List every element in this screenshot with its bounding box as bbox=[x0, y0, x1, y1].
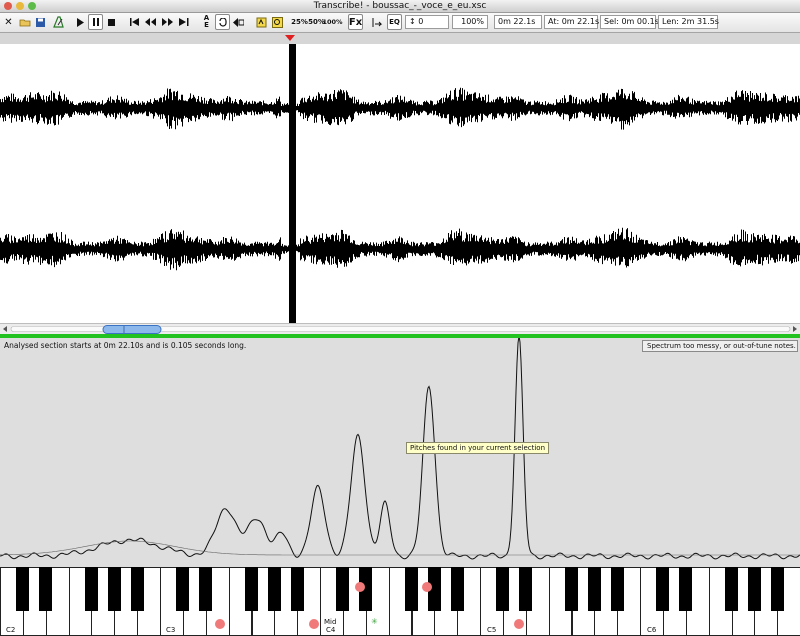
speed-25-button[interactable]: 25% bbox=[291, 14, 308, 30]
window-controls bbox=[4, 2, 36, 10]
black-key[interactable] bbox=[336, 567, 350, 611]
octave-label-c4: C4 bbox=[326, 626, 336, 634]
spectrum-graph bbox=[0, 338, 800, 560]
analysis-panel: Analysed section starts at 0m 22.10s and… bbox=[0, 338, 800, 636]
black-key[interactable] bbox=[405, 567, 418, 611]
pause-icon[interactable] bbox=[88, 14, 103, 30]
black-key[interactable] bbox=[39, 567, 53, 611]
octave-label-c2: C2 bbox=[6, 626, 16, 634]
to-end-icon[interactable] bbox=[176, 14, 191, 30]
pitches-tooltip: Pitches found in your current selection bbox=[406, 442, 550, 454]
black-key[interactable] bbox=[267, 567, 281, 611]
horizontal-scrollbar[interactable] bbox=[0, 323, 800, 334]
black-key[interactable] bbox=[496, 567, 510, 611]
black-key[interactable] bbox=[130, 567, 144, 611]
black-key[interactable] bbox=[610, 567, 624, 611]
window-title: Transcribe! - boussac_-_voce_e_eu.xsc bbox=[313, 1, 487, 11]
fast-forward-icon[interactable] bbox=[160, 14, 175, 30]
toolbar: ✕ AE 25% 50% 100% Fx EQ ↕ 0 100% 0m 22.1… bbox=[0, 13, 800, 33]
green-marker-icon: ✳ bbox=[371, 617, 378, 626]
open-icon[interactable] bbox=[17, 14, 32, 30]
octave-label-c5: C5 bbox=[487, 626, 497, 634]
waveform-channel-right bbox=[0, 227, 800, 271]
metronome-icon[interactable] bbox=[50, 14, 65, 30]
pitch-dot bbox=[514, 619, 524, 629]
pitch-dot bbox=[355, 582, 365, 592]
zoom-window-button[interactable] bbox=[28, 2, 36, 10]
octave-label-c6: C6 bbox=[647, 626, 657, 634]
black-key[interactable] bbox=[290, 567, 304, 611]
black-key[interactable] bbox=[587, 567, 601, 611]
sel-readout: Sel: 0m 00.1s bbox=[600, 15, 659, 29]
fx-button[interactable]: Fx bbox=[348, 14, 363, 30]
mid-label: Mid bbox=[324, 618, 337, 626]
scroll-right-icon[interactable] bbox=[793, 326, 797, 332]
black-key[interactable] bbox=[725, 567, 738, 611]
piano-keyboard[interactable]: C2 C3 Mid C4 C5 C6 ✳ bbox=[0, 567, 800, 636]
time-now-readout: 0m 22.1s bbox=[494, 15, 542, 29]
stop-icon[interactable] bbox=[104, 14, 119, 30]
save-icon[interactable] bbox=[33, 14, 48, 30]
black-key[interactable] bbox=[450, 567, 464, 611]
black-key[interactable] bbox=[770, 567, 784, 611]
waveform-panel[interactable] bbox=[0, 44, 800, 323]
black-key[interactable] bbox=[747, 567, 761, 611]
close-icon[interactable]: ✕ bbox=[1, 14, 16, 30]
minimize-window-button[interactable] bbox=[16, 2, 24, 10]
to-start-icon[interactable] bbox=[127, 14, 142, 30]
rewind-icon[interactable] bbox=[143, 14, 158, 30]
title-bar: Transcribe! - boussac_-_voce_e_eu.xsc bbox=[0, 0, 800, 13]
back-icon[interactable] bbox=[231, 14, 246, 30]
pitch-dot bbox=[215, 619, 225, 629]
pitch-dot bbox=[422, 582, 432, 592]
speed-100-button[interactable]: 100% bbox=[322, 14, 342, 30]
black-key[interactable] bbox=[565, 567, 578, 611]
marker-icon[interactable] bbox=[254, 14, 269, 30]
at-readout: At: 0m 22.1s bbox=[544, 15, 599, 29]
auto-icon[interactable]: AE bbox=[199, 14, 214, 30]
analysis-status: Spectrum too messy, or out-of-tune notes… bbox=[642, 340, 798, 352]
play-icon[interactable] bbox=[72, 14, 87, 30]
waveform-channel-left bbox=[0, 87, 800, 130]
octave-label-c3: C3 bbox=[166, 626, 176, 634]
black-key[interactable] bbox=[16, 567, 30, 611]
eq-icon[interactable]: EQ bbox=[387, 14, 402, 30]
black-key[interactable] bbox=[199, 567, 213, 611]
pitch-icon[interactable] bbox=[369, 14, 384, 30]
pitch-dot bbox=[309, 619, 319, 629]
zoom-icon[interactable] bbox=[270, 14, 285, 30]
len-readout: Len: 2m 31.5s bbox=[658, 15, 719, 29]
black-key[interactable] bbox=[519, 567, 533, 611]
loop-icon[interactable] bbox=[215, 14, 230, 30]
playhead-marker[interactable] bbox=[285, 35, 295, 41]
close-window-button[interactable] bbox=[4, 2, 12, 10]
playback-cursor[interactable] bbox=[289, 44, 296, 323]
analysis-info: Analysed section starts at 0m 22.10s and… bbox=[4, 341, 247, 350]
black-key[interactable] bbox=[107, 567, 121, 611]
black-key[interactable] bbox=[656, 567, 670, 611]
black-key[interactable] bbox=[84, 567, 98, 611]
transpose-icon: ↕ bbox=[409, 17, 416, 26]
timeline-header bbox=[0, 33, 800, 44]
black-key[interactable] bbox=[679, 567, 693, 611]
scroll-thumb[interactable] bbox=[102, 325, 162, 334]
black-key[interactable] bbox=[245, 567, 258, 611]
scroll-left-icon[interactable] bbox=[3, 326, 7, 332]
transpose-field[interactable]: ↕ 0 bbox=[405, 15, 449, 29]
speed-field[interactable]: 100% bbox=[452, 15, 488, 29]
black-key[interactable] bbox=[176, 567, 190, 611]
